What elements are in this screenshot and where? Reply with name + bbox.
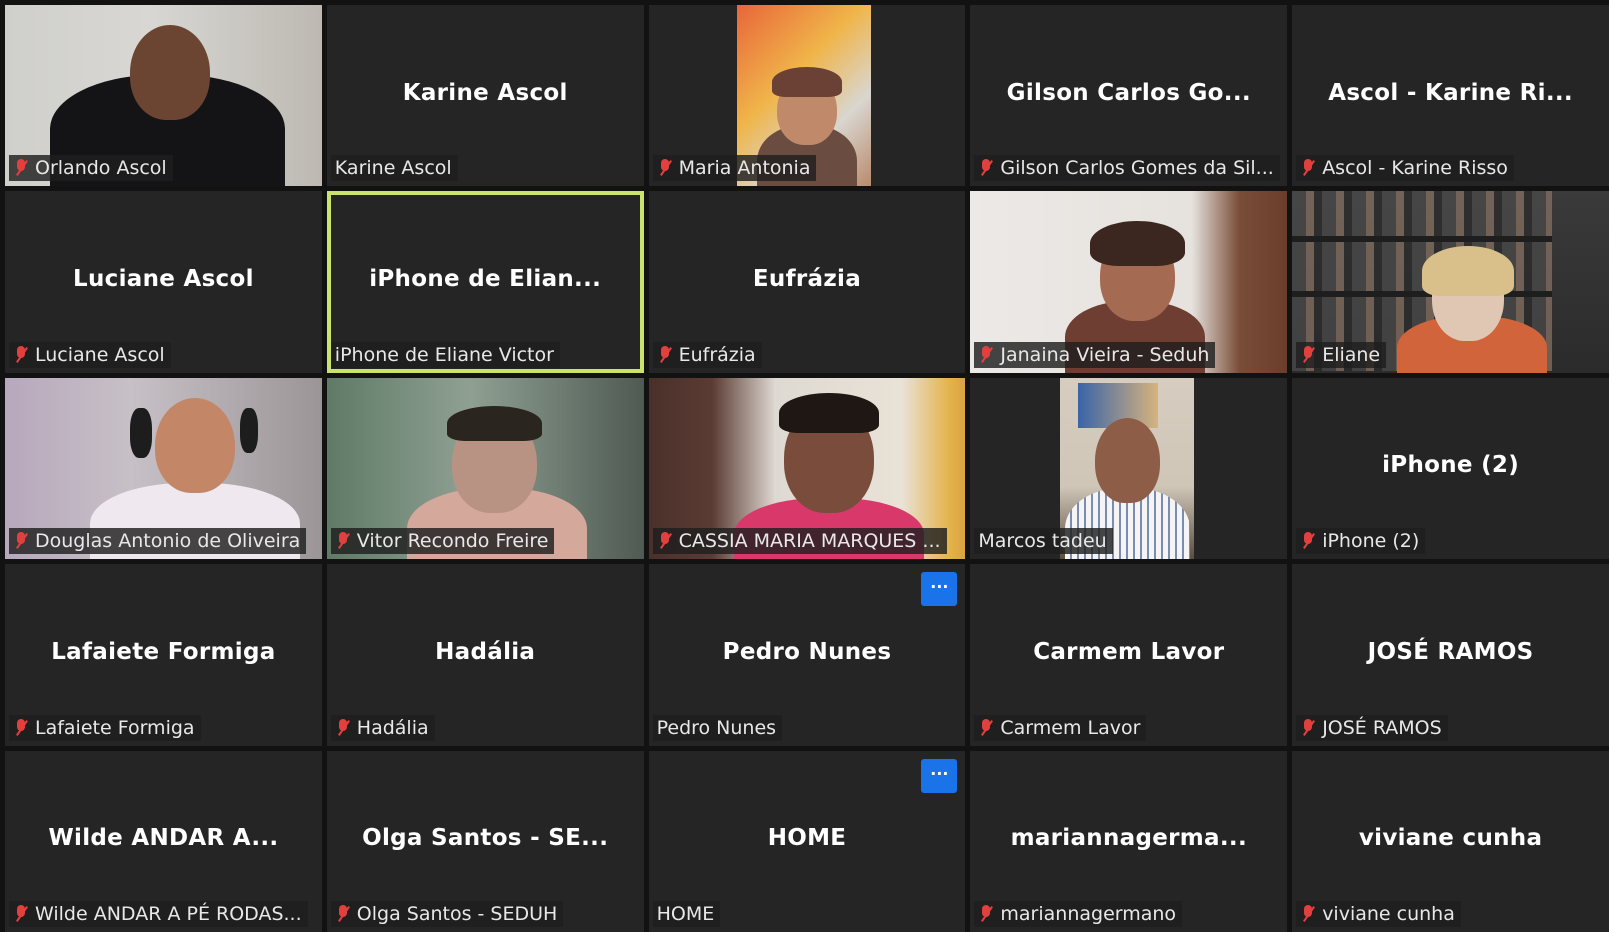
muted-mic-icon bbox=[335, 904, 351, 924]
participant-name-label: CASSIA MARIA MARQUES ... bbox=[652, 528, 947, 555]
muted-mic-icon bbox=[13, 531, 29, 551]
muted-mic-icon bbox=[1300, 718, 1316, 738]
participant-tile[interactable]: Lafaiete Formiga Lafaiete Formiga bbox=[5, 564, 322, 746]
participant-display-name: Hadália bbox=[435, 638, 536, 665]
participant-name-label: Marcos tadeu bbox=[974, 528, 1113, 555]
muted-mic-icon bbox=[13, 718, 29, 738]
participant-display-name: HOME bbox=[767, 825, 847, 852]
muted-mic-icon bbox=[978, 904, 994, 924]
participant-display-name: Carmem Lavor bbox=[1033, 638, 1225, 665]
participant-tile[interactable]: Carmem Lavor Carmem Lavor bbox=[970, 564, 1288, 746]
participant-display-name: Eufrázia bbox=[752, 265, 862, 292]
muted-mic-icon bbox=[335, 531, 351, 551]
participant-tile[interactable]: iPhone (2) iPhone (2) bbox=[1292, 377, 1609, 560]
participant-tile[interactable]: Janaina Vieira - Seduh bbox=[970, 191, 1288, 373]
participant-name-label: Luciane Ascol bbox=[9, 341, 171, 368]
participant-tile[interactable]: Ascol - Karine Ri... Ascol - Karine Riss… bbox=[1292, 5, 1609, 187]
participant-tile[interactable]: JOSÉ RAMOS JOSÉ RAMOS bbox=[1292, 564, 1609, 746]
participant-name-label: Hadália bbox=[330, 714, 435, 741]
muted-mic-icon bbox=[13, 904, 29, 924]
muted-mic-icon bbox=[978, 718, 994, 738]
muted-mic-icon bbox=[657, 158, 673, 178]
participant-name-label: Wilde ANDAR A PÉ RODAS... bbox=[9, 900, 308, 927]
participant-name-label: Olga Santos - SEDUH bbox=[330, 900, 564, 927]
participant-tile[interactable]: mariannagerma... mariannagermano bbox=[970, 750, 1288, 932]
participant-name-label: iPhone (2) bbox=[1296, 528, 1426, 555]
more-options-button[interactable]: ··· bbox=[921, 572, 958, 607]
participant-tile[interactable]: Vitor Recondo Freire bbox=[326, 377, 644, 560]
participant-tile-active-speaker[interactable]: iPhone de Elian... iPhone de Eliane Vict… bbox=[326, 191, 644, 373]
participant-tile[interactable]: Olga Santos - SE... Olga Santos - SEDUH bbox=[326, 750, 644, 932]
participant-tile[interactable]: CASSIA MARIA MARQUES ... bbox=[648, 377, 966, 560]
participant-display-name: mariannagerma... bbox=[1010, 825, 1247, 852]
participant-tile[interactable]: Orlando Ascol bbox=[5, 5, 322, 187]
participant-name-label: JOSÉ RAMOS bbox=[1296, 714, 1448, 741]
participant-display-name: JOSÉ RAMOS bbox=[1367, 638, 1534, 665]
participant-tile[interactable]: Eufrázia Eufrázia bbox=[648, 191, 966, 373]
participant-display-name: Karine Ascol bbox=[402, 79, 568, 106]
muted-mic-icon bbox=[1300, 531, 1316, 551]
muted-mic-icon bbox=[657, 531, 673, 551]
participant-name-label: Lafaiete Formiga bbox=[9, 714, 201, 741]
participant-name-label: Karine Ascol bbox=[330, 155, 458, 182]
participant-name-label: Pedro Nunes bbox=[652, 714, 783, 741]
participant-tile[interactable]: Maria Antonia bbox=[648, 5, 966, 187]
participant-name-label: Maria Antonia bbox=[652, 155, 817, 182]
participant-name-label: Ascol - Karine Risso bbox=[1296, 155, 1514, 182]
participant-name-label: Vitor Recondo Freire bbox=[330, 528, 555, 555]
video-grid: Orlando Ascol Karine Ascol Karine Ascol … bbox=[0, 0, 1609, 932]
participant-name-label: Eufrázia bbox=[652, 341, 762, 368]
participant-name-label: Gilson Carlos Gomes da Sil... bbox=[974, 155, 1280, 182]
participant-name-label: HOME bbox=[652, 900, 721, 927]
participant-display-name: Luciane Ascol bbox=[73, 265, 254, 292]
participant-display-name: Olga Santos - SE... bbox=[362, 825, 609, 852]
muted-mic-icon bbox=[335, 718, 351, 738]
participant-display-name: viviane cunha bbox=[1358, 825, 1543, 852]
participant-tile[interactable]: Luciane Ascol Luciane Ascol bbox=[5, 191, 322, 373]
participant-tile[interactable]: viviane cunha viviane cunha bbox=[1292, 750, 1609, 932]
participant-tile[interactable]: Karine Ascol Karine Ascol bbox=[326, 5, 644, 187]
participant-display-name: iPhone (2) bbox=[1382, 452, 1520, 479]
muted-mic-icon bbox=[978, 158, 994, 178]
muted-mic-icon bbox=[1300, 345, 1316, 365]
participant-name-label: Douglas Antonio de Oliveira bbox=[9, 528, 307, 555]
participant-tile[interactable]: Gilson Carlos Go... Gilson Carlos Gomes … bbox=[970, 5, 1288, 187]
participant-display-name: Lafaiete Formiga bbox=[51, 638, 276, 665]
participant-tile[interactable]: Douglas Antonio de Oliveira bbox=[5, 377, 322, 560]
participant-display-name: Gilson Carlos Go... bbox=[1006, 79, 1251, 106]
participant-display-name: Pedro Nunes bbox=[722, 638, 892, 665]
participant-tile[interactable]: Eliane bbox=[1292, 191, 1609, 373]
participant-name-label: iPhone de Eliane Victor bbox=[330, 341, 560, 368]
muted-mic-icon bbox=[13, 158, 29, 178]
participant-name-label: mariannagermano bbox=[974, 900, 1183, 927]
participant-display-name: iPhone de Elian... bbox=[369, 265, 602, 292]
participant-name-label: Carmem Lavor bbox=[974, 714, 1147, 741]
participant-display-name: Wilde ANDAR A... bbox=[48, 825, 279, 852]
participant-name-label: Orlando Ascol bbox=[9, 155, 173, 182]
participant-tile[interactable]: Wilde ANDAR A... Wilde ANDAR A PÉ RODAS.… bbox=[5, 750, 322, 932]
muted-mic-icon bbox=[13, 345, 29, 365]
muted-mic-icon bbox=[657, 345, 673, 365]
participant-display-name: Ascol - Karine Ri... bbox=[1328, 79, 1573, 106]
participant-tile[interactable]: ··· Pedro Nunes Pedro Nunes bbox=[648, 564, 966, 746]
participant-name-label: Eliane bbox=[1296, 341, 1387, 368]
participant-name-label: viviane cunha bbox=[1296, 900, 1461, 927]
participant-tile[interactable]: Hadália Hadália bbox=[326, 564, 644, 746]
participant-tile[interactable]: Marcos tadeu bbox=[970, 377, 1288, 560]
muted-mic-icon bbox=[1300, 904, 1316, 924]
muted-mic-icon bbox=[978, 345, 994, 365]
participant-tile[interactable]: ··· HOME HOME bbox=[648, 750, 966, 932]
participant-name-label: Janaina Vieira - Seduh bbox=[974, 341, 1216, 368]
muted-mic-icon bbox=[1300, 158, 1316, 178]
more-options-button[interactable]: ··· bbox=[921, 758, 958, 793]
